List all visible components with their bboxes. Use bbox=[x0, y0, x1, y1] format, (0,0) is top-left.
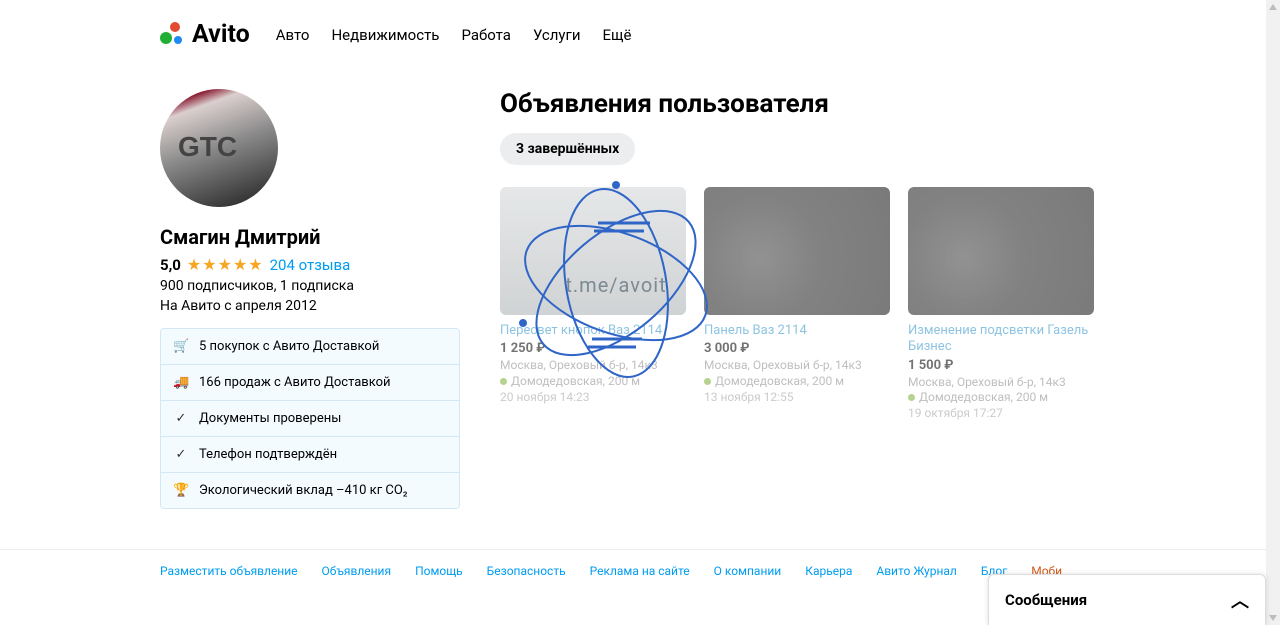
listing-time: 19 октября 17:27 bbox=[908, 406, 1094, 420]
footer-link[interactable]: Реклама на сайте bbox=[590, 564, 690, 578]
listing-price: 3 000 ₽ bbox=[704, 341, 890, 356]
nav-item[interactable]: Ещё bbox=[602, 26, 631, 44]
messages-panel[interactable]: Сообщения ︿ bbox=[988, 574, 1266, 625]
avatar[interactable] bbox=[160, 89, 278, 207]
top-nav: Авто Недвижимость Работа Услуги Ещё bbox=[276, 26, 632, 44]
logo[interactable]: Avito bbox=[160, 20, 250, 49]
listing-time: 20 ноября 14:23 bbox=[500, 390, 686, 404]
nav-item[interactable]: Услуги bbox=[533, 26, 581, 44]
badge-eco: 🏆 Экологический вклад –410 кг CO₂ bbox=[161, 473, 459, 508]
chevron-up-icon: ︿ bbox=[1231, 587, 1249, 613]
listing-address: Москва, Ореховый б-р, 14к3 bbox=[908, 375, 1094, 391]
footer-link[interactable]: Разместить объявление bbox=[160, 564, 298, 578]
profile-sidebar: Смагин Дмитрий 5,0 ★★★★★ 204 отзыва 900 … bbox=[160, 89, 460, 509]
listings-area: Объявления пользователя 3 завершённых bbox=[500, 89, 1120, 509]
listing-card[interactable]: Изменение подсветки Газель Бизнес 1 500 … bbox=[908, 187, 1094, 420]
nav-item[interactable]: Недвижимость bbox=[331, 26, 439, 44]
badge-label: 5 покупок с Авито Доставкой bbox=[199, 339, 379, 354]
badges-list: 🛒 5 покупок с Авито Доставкой 🚚 166 прод… bbox=[160, 328, 460, 509]
nav-item[interactable]: Работа bbox=[461, 26, 511, 44]
listing-address: Москва, Ореховый б-р, 14к3 bbox=[500, 358, 686, 374]
listing-card[interactable]: Панель Ваз 2114 3 000 ₽ Москва, Ореховый… bbox=[704, 187, 890, 420]
footer-link[interactable]: Объявления bbox=[322, 564, 392, 578]
logo-text: Avito bbox=[192, 20, 250, 49]
footer-link[interactable]: Помощь bbox=[415, 564, 463, 578]
listing-metro: Домодедовская, 200 м bbox=[704, 374, 890, 388]
listing-address: Москва, Ореховый б-р, 14к3 bbox=[704, 358, 890, 374]
listing-metro: Домодедовская, 200 м bbox=[908, 390, 1094, 404]
rating-value: 5,0 bbox=[160, 256, 181, 274]
badge-phone: ✓ Телефон подтверждён bbox=[161, 437, 459, 473]
badge-label: Документы проверены bbox=[199, 411, 341, 426]
listings-heading: Объявления пользователя bbox=[500, 89, 1120, 119]
listing-title[interactable]: Изменение подсветки Газель Бизнес bbox=[908, 323, 1094, 356]
messages-label: Сообщения bbox=[1005, 591, 1087, 609]
listing-thumbnail bbox=[704, 187, 890, 315]
footer-link[interactable]: О компании bbox=[714, 564, 782, 578]
footer-link[interactable]: Безопасность bbox=[487, 564, 566, 578]
listing-card[interactable]: Пересвет кнопок Ваз 2114 1 250 ₽ Москва,… bbox=[500, 187, 686, 420]
trophy-icon: 🏆 bbox=[173, 483, 189, 498]
metro-dot-icon bbox=[500, 378, 507, 385]
badge-label: Экологический вклад –410 кг CO₂ bbox=[199, 483, 408, 498]
listing-thumbnail bbox=[908, 187, 1094, 315]
metro-dot-icon bbox=[704, 378, 711, 385]
badge-label: 166 продаж с Авито Доставкой bbox=[199, 375, 391, 390]
metro-dot-icon bbox=[908, 394, 915, 401]
since-line: На Авито с апреля 2012 bbox=[160, 298, 460, 314]
footer-link[interactable]: Авито Журнал bbox=[876, 564, 956, 578]
footer-link[interactable]: Карьера bbox=[805, 564, 852, 578]
listing-price: 1 250 ₽ bbox=[500, 341, 686, 356]
nav-item[interactable]: Авто bbox=[276, 26, 310, 44]
badge-docs: ✓ Документы проверены bbox=[161, 401, 459, 437]
site-header: Avito Авто Недвижимость Работа Услуги Ещ… bbox=[0, 0, 1280, 59]
badge-sales: 🚚 166 продаж с Авито Доставкой bbox=[161, 365, 459, 401]
reviews-link[interactable]: 204 отзыва bbox=[270, 256, 351, 274]
badge-label: Телефон подтверждён bbox=[199, 447, 337, 462]
truck-icon: 🚚 bbox=[173, 375, 189, 390]
badge-purchases: 🛒 5 покупок с Авито Доставкой bbox=[161, 329, 459, 365]
user-name: Смагин Дмитрий bbox=[160, 225, 460, 249]
rating-line: 5,0 ★★★★★ 204 отзыва bbox=[160, 255, 460, 274]
listing-metro: Домодедовская, 200 м bbox=[500, 374, 686, 388]
stars-icon: ★★★★★ bbox=[187, 255, 264, 274]
subscribers-line: 900 подписчиков, 1 подписка bbox=[160, 278, 460, 294]
cart-icon: 🛒 bbox=[173, 339, 189, 354]
listing-time: 13 ноября 12:55 bbox=[704, 390, 890, 404]
tab-completed[interactable]: 3 завершённых bbox=[500, 133, 635, 165]
listing-price: 1 500 ₽ bbox=[908, 358, 1094, 373]
check-circle-icon: ✓ bbox=[173, 411, 189, 426]
check-circle-icon: ✓ bbox=[173, 447, 189, 462]
cards-row: t.me/avoit Пересвет кнопок Ваз 2114 1 25… bbox=[500, 187, 1120, 420]
logo-icon bbox=[160, 22, 186, 48]
window-scrollbar[interactable] bbox=[1266, 0, 1280, 625]
listing-title[interactable]: Панель Ваз 2114 bbox=[704, 323, 890, 339]
listing-thumbnail bbox=[500, 187, 686, 315]
listing-title[interactable]: Пересвет кнопок Ваз 2114 bbox=[500, 323, 686, 339]
